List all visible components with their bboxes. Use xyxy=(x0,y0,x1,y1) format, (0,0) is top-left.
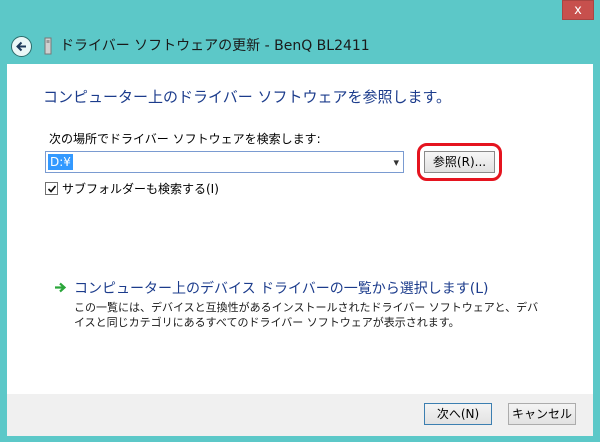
green-arrow-icon xyxy=(55,282,67,293)
close-button[interactable]: x xyxy=(562,0,594,20)
main-content: コンピューター上のドライバー ソフトウェアを参照します。 次の場所でドライバー … xyxy=(7,64,593,394)
title-bar: ドライバー ソフトウェアの更新 - BenQ BL2411 xyxy=(0,20,600,64)
subfolder-checkbox[interactable] xyxy=(45,181,58,195)
cancel-button[interactable]: キャンセル xyxy=(508,403,576,425)
chevron-down-icon[interactable]: ▾ xyxy=(393,156,399,169)
checkmark-icon xyxy=(47,184,57,193)
next-button[interactable]: 次へ(N) xyxy=(424,403,492,425)
highlight-annotation xyxy=(417,143,502,181)
back-arrow-icon xyxy=(16,41,26,52)
subfolder-label: サブフォルダーも検索する(I) xyxy=(62,181,219,196)
path-value[interactable]: D:¥ xyxy=(48,154,73,170)
subfolder-option[interactable]: サブフォルダーも検索する(I) xyxy=(45,180,219,196)
pick-from-list-title[interactable]: コンピューター上のデバイス ドライバーの一覧から選択します(L) xyxy=(74,278,488,298)
search-location-label: 次の場所でドライバー ソフトウェアを検索します: xyxy=(49,132,321,146)
path-combobox[interactable]: D:¥ ▾ xyxy=(45,151,404,173)
pick-from-list-description: この一覧には、デバイスと互換性があるインストールされたドライバー ソフトウェアと… xyxy=(74,301,539,329)
page-heading: コンピューター上のドライバー ソフトウェアを参照します。 xyxy=(43,88,451,106)
dialog-footer: 次へ(N) キャンセル xyxy=(7,394,593,436)
window-title: ドライバー ソフトウェアの更新 - BenQ BL2411 xyxy=(60,38,370,54)
back-button[interactable] xyxy=(11,36,32,57)
device-icon xyxy=(44,37,52,55)
